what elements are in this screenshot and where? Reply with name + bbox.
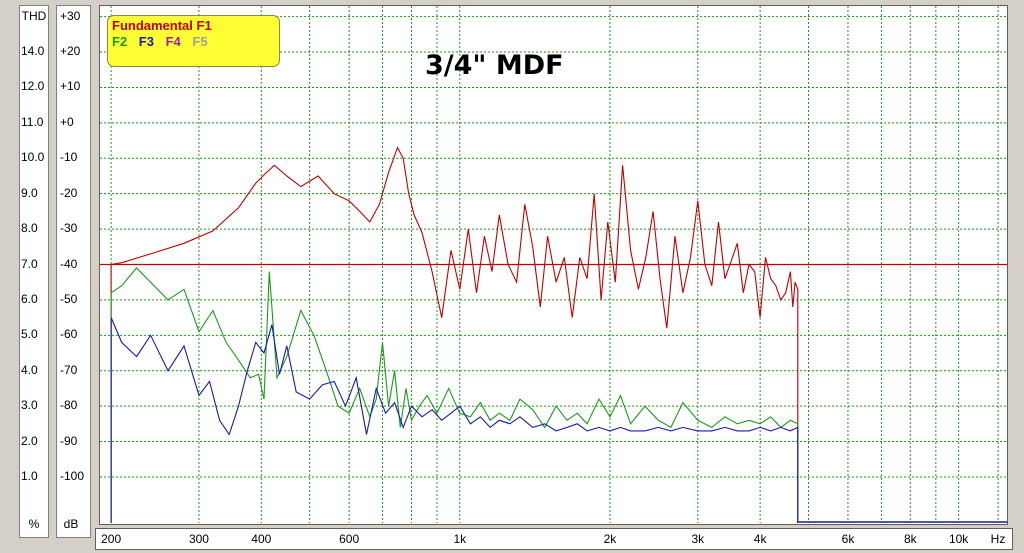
x-tick-label: 1k [453, 532, 467, 546]
legend-harmonics: F2 F3 F4 F5 [112, 34, 275, 50]
x-tick-label: 2k [603, 532, 617, 546]
legend-item-f3: F3 [138, 34, 154, 49]
x-tick-label: 10k [948, 532, 969, 546]
f3-line [110, 317, 799, 523]
x-axis-bar [95, 528, 1013, 550]
legend-item-f2: F2 [112, 34, 128, 49]
legend-title: Fundamental F1 [112, 18, 212, 33]
legend-item-f5: F5 [192, 34, 208, 49]
chart-title: 3/4" MDF [425, 50, 564, 81]
x-tick-label: 600 [339, 532, 360, 546]
f2-line [110, 267, 799, 523]
x-tick-label: 400 [251, 532, 272, 546]
distortion-analyzer-window: THD 14.0 12.0 11.0 10.0 9.0 8.0 7.0 6.0 5.0 4.0 3.… [0, 0, 1024, 553]
x-tick-label: 200 [101, 532, 122, 546]
legend-item-f4: F4 [165, 34, 181, 49]
x-axis-unit: Hz [990, 532, 1006, 546]
x-tick-label: 6k [841, 532, 855, 546]
x-tick-label: 300 [188, 532, 209, 546]
x-tick-label: 4k [753, 532, 767, 546]
legend: Fundamental F1 F2 F3 F4 F5 [107, 15, 280, 67]
x-tick-label: 8k [903, 532, 917, 546]
chart-svg [100, 6, 1007, 523]
fundamental-line [110, 146, 799, 523]
x-tick-label: 3k [691, 532, 705, 546]
